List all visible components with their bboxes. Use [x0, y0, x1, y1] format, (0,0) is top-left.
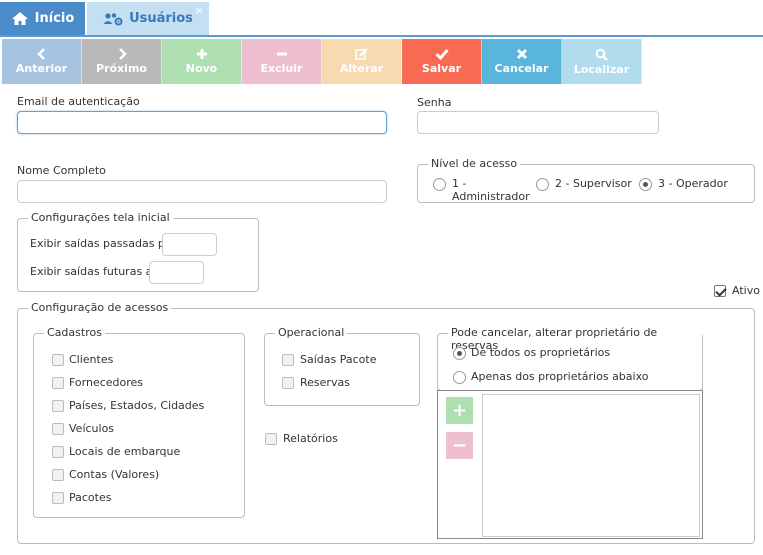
edit-button[interactable]: Alterar [322, 39, 402, 84]
cadastros-item-label: Veículos [69, 422, 115, 435]
previous-button-label: Anterior [15, 62, 68, 75]
owners-all-radio[interactable] [453, 347, 466, 360]
reports-label: Relatórios [283, 432, 338, 445]
access-level-admin-label: 1 - [452, 177, 467, 190]
cadastros-item-label: Locais de embarque [69, 445, 181, 458]
access-level-admin-radio[interactable] [433, 178, 446, 191]
owners-some-label: Apenas dos proprietários abaixo [471, 370, 649, 383]
access-config-group: Configuração de acessos Cadastros Client… [17, 301, 755, 544]
cadastros-item-label: Contas (Valores) [69, 468, 160, 481]
cadastros-item-label: Fornecedores [69, 376, 144, 389]
users-cog-icon [103, 12, 123, 25]
tab-users-label: Usuários [129, 11, 193, 26]
reports-checkbox[interactable] [265, 433, 277, 445]
operacional-checkbox[interactable] [282, 354, 294, 366]
cadastros-item-label: Países, Estados, Cidades [69, 399, 205, 412]
minus-icon [276, 52, 287, 56]
access-level-legend: Nível de acesso [428, 157, 521, 170]
cancel-button-label: Cancelar [494, 62, 549, 75]
next-button[interactable]: Próximo [82, 39, 162, 84]
save-button[interactable]: Salvar [402, 39, 482, 84]
full-name-label: Nome Completo [17, 164, 106, 177]
email-label: Email de autenticação [17, 95, 140, 108]
close-icon[interactable]: × [195, 4, 204, 17]
access-level-supervisor-label: 2 - Supervisor [555, 177, 632, 190]
add-owner-button[interactable]: + [446, 397, 473, 424]
past-departures-input[interactable] [162, 233, 217, 256]
cadastros-checkbox[interactable] [52, 354, 64, 366]
password-input[interactable] [417, 111, 659, 134]
next-button-label: Próximo [96, 62, 147, 75]
future-departures-label: Exibir saídas futuras até [30, 265, 164, 278]
home-config-legend: Configurações tela inicial [28, 211, 173, 224]
operacional-item-label: Reservas [300, 376, 350, 389]
new-button[interactable]: Novo [162, 39, 242, 84]
operacional-checkbox[interactable] [282, 377, 294, 389]
edit-icon [354, 48, 368, 60]
cadastros-item-label: Pacotes [69, 491, 112, 504]
x-icon [516, 48, 527, 60]
full-name-input[interactable] [17, 180, 387, 203]
tab-home-label: Início [34, 11, 75, 26]
tab-home[interactable]: Início [0, 2, 85, 35]
home-config-group: Configurações tela inicial Exibir saídas… [17, 211, 259, 292]
operacional-legend: Operacional [275, 326, 348, 339]
plus-icon [196, 49, 207, 59]
password-label: Senha [417, 96, 452, 109]
tab-users[interactable]: Usuários × [87, 2, 209, 35]
chevron-left-icon [36, 48, 45, 60]
operacional-item-label: Saídas Pacote [300, 353, 377, 366]
home-icon [11, 12, 28, 25]
find-button[interactable]: Localizar [562, 39, 642, 84]
previous-button[interactable]: Anterior [2, 39, 82, 84]
delete-button[interactable]: Excluir [242, 39, 322, 84]
toolbar: Anterior Próximo Novo Excluir Alterar Sa… [2, 39, 642, 84]
find-button-label: Localizar [573, 62, 630, 76]
email-input[interactable] [17, 111, 387, 134]
cadastros-group: Cadastros Clientes Fornecedores Países, … [33, 326, 245, 518]
chevron-right-icon [118, 48, 127, 60]
access-level-operator-label: 3 - Operador [658, 177, 728, 190]
cadastros-checkbox[interactable] [52, 469, 64, 481]
cadastros-checkbox[interactable] [52, 400, 64, 412]
delete-button-label: Excluir [260, 62, 303, 75]
past-departures-label: Exibir saídas passadas por [30, 237, 177, 250]
cadastros-legend: Cadastros [44, 326, 105, 339]
access-config-legend: Configuração de acessos [28, 301, 172, 314]
access-level-group: Nível de acesso 1 - Administrador 2 - Su… [417, 157, 755, 203]
owners-some-radio[interactable] [453, 371, 466, 384]
tab-bar: Início Usuários × [0, 0, 763, 37]
cancel-button[interactable]: Cancelar [482, 39, 562, 84]
active-label: Ativo [732, 284, 760, 297]
cadastros-checkbox[interactable] [52, 492, 64, 504]
access-level-admin-label-2: Administrador [452, 190, 530, 203]
remove-owner-button[interactable]: − [446, 432, 473, 459]
active-checkbox[interactable] [714, 285, 726, 297]
new-button-label: Novo [185, 62, 218, 75]
reservations-owner-group: Pode cancelar, alterar proprietário de r… [437, 326, 703, 391]
owners-panel: + − [437, 390, 703, 539]
owners-list[interactable] [482, 394, 700, 537]
check-icon [434, 49, 449, 60]
cadastros-checkbox[interactable] [52, 377, 64, 389]
future-departures-input[interactable] [149, 261, 204, 284]
cadastros-checkbox[interactable] [52, 423, 64, 435]
search-icon [595, 48, 608, 61]
cadastros-item-label: Clientes [69, 353, 114, 366]
edit-button-label: Alterar [339, 62, 384, 75]
operacional-group: Operacional Saídas Pacote Reservas [264, 326, 420, 406]
access-level-operator-radio[interactable] [639, 178, 652, 191]
access-level-supervisor-radio[interactable] [536, 178, 549, 191]
owners-all-label: De todos os proprietários [471, 346, 611, 359]
save-button-label: Salvar [421, 62, 462, 75]
cadastros-checkbox[interactable] [52, 446, 64, 458]
